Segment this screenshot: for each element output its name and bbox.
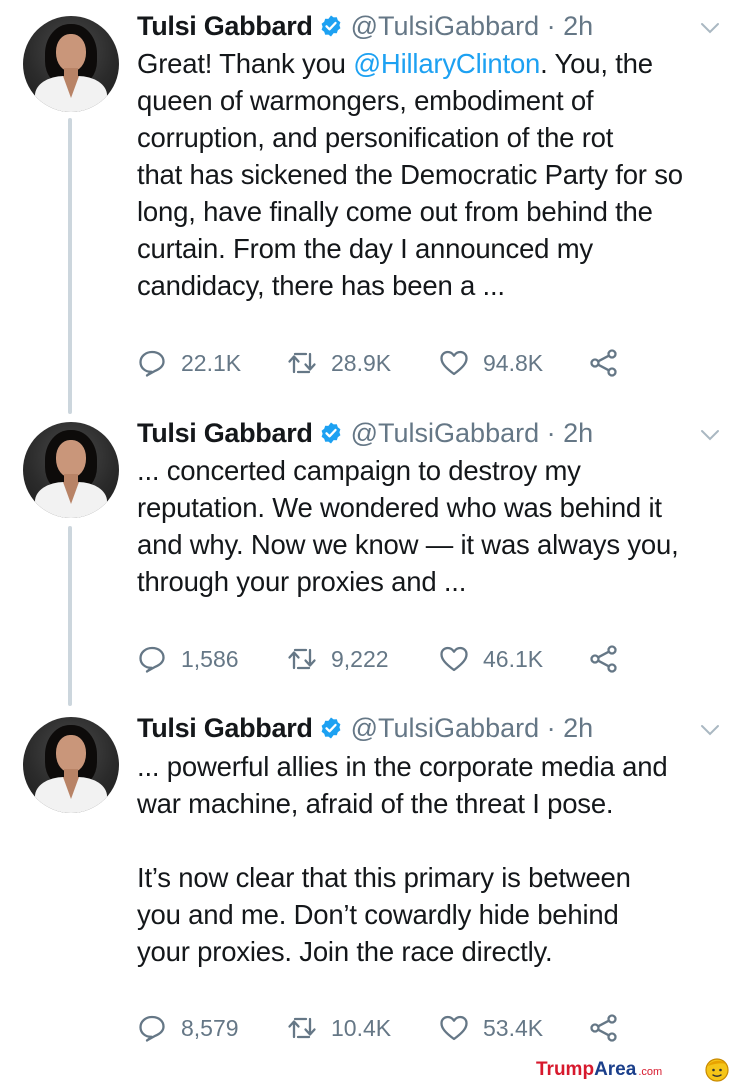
share-icon (590, 645, 617, 673)
chevron-down-icon[interactable] (700, 429, 720, 441)
reply-count: 1,586 (181, 645, 239, 672)
avatar[interactable] (23, 717, 119, 813)
like-count: 94.8K (483, 349, 544, 376)
tweet-text-line: through your proxies and ... (137, 566, 467, 597)
share-button[interactable] (589, 1010, 619, 1046)
author-name[interactable]: Tulsi Gabbard (137, 713, 313, 743)
tweet-text-line: reputation. We wondered who was behind i… (137, 492, 662, 523)
like-count: 46.1K (483, 645, 544, 672)
tweet-actions: 8,579 10.4K 53.4K (137, 1010, 637, 1046)
retweet-count: 28.9K (331, 349, 392, 376)
retweet-count: 9,222 (331, 645, 389, 672)
avatar[interactable] (23, 422, 119, 518)
tweet-text-line: war machine, afraid of the threat I pose… (137, 788, 614, 819)
separator-dot: · (546, 11, 556, 41)
tweet-text-line: and why. Now we know — it was always you… (137, 529, 679, 560)
reply-button[interactable]: 22.1K (137, 345, 241, 381)
tweet-text: ... powerful allies in the corporate med… (137, 748, 727, 970)
avatar[interactable] (23, 16, 119, 112)
tweet-text-line: your proxies. Join the race directly. (137, 936, 553, 967)
retweet-icon (288, 648, 316, 670)
tweet-header: Tulsi Gabbard @TulsiGabbard · 2h (137, 710, 593, 746)
retweet-count: 10.4K (331, 1014, 392, 1041)
mention-link[interactable]: @HillaryClinton (353, 48, 540, 79)
heart-icon (440, 1015, 468, 1041)
retweet-button[interactable]: 10.4K (287, 1010, 391, 1046)
watermark-com: .com (638, 1066, 663, 1078)
chevron-down-icon[interactable] (700, 22, 720, 34)
tweet-header: Tulsi Gabbard @TulsiGabbard · 2h (137, 415, 593, 451)
reply-icon (139, 350, 165, 377)
timestamp[interactable]: 2h (563, 418, 593, 448)
author-handle[interactable]: @TulsiGabbard (351, 713, 540, 743)
tweet-text-line: ... concerted campaign to destroy my (137, 455, 581, 486)
share-icon (590, 1014, 617, 1042)
reply-count: 8,579 (181, 1014, 239, 1041)
tweet-text-line: It’s now clear that this primary is betw… (137, 862, 631, 893)
tweet-text-line: ... powerful allies in the corporate med… (137, 751, 668, 782)
thread-line (68, 526, 72, 706)
retweet-icon (288, 1017, 316, 1039)
like-button[interactable]: 46.1K (439, 641, 543, 677)
author-handle[interactable]: @TulsiGabbard (351, 11, 540, 41)
watermark-text: TrumpArea .com (536, 1057, 662, 1083)
tweet-text-line: Great! Thank you @HillaryClinton. You, t… (137, 48, 653, 79)
retweet-button[interactable]: 9,222 (287, 641, 389, 677)
watermark-trump: Trump (536, 1059, 595, 1080)
reply-button[interactable]: 8,579 (137, 1010, 239, 1046)
heart-icon (440, 350, 468, 376)
separator-dot: · (546, 713, 556, 743)
tweet-actions: 1,586 9,222 46.1K (137, 641, 637, 677)
timestamp[interactable]: 2h (563, 713, 593, 743)
tweet-text-line: corruption, and personification of the r… (137, 122, 614, 153)
share-button[interactable] (589, 641, 619, 677)
reply-count: 22.1K (181, 349, 242, 376)
author-name[interactable]: Tulsi Gabbard (137, 418, 313, 448)
tweet-text-line: curtain. From the day I announced my (137, 233, 593, 264)
watermark-area: Area (594, 1059, 637, 1080)
tweet-text-line: candidacy, there has been a ... (137, 270, 505, 301)
heart-icon (440, 646, 468, 672)
author-name[interactable]: Tulsi Gabbard (137, 11, 313, 41)
tweet-text-line: long, have finally come out from behind … (137, 196, 653, 227)
thread-line (68, 118, 72, 414)
retweet-button[interactable]: 28.9K (287, 345, 391, 381)
reply-icon (139, 646, 165, 673)
share-icon (590, 349, 617, 377)
reply-icon (139, 1015, 165, 1042)
reply-button[interactable]: 1,586 (137, 641, 239, 677)
author-handle[interactable]: @TulsiGabbard (351, 418, 540, 448)
verified-badge-icon (321, 717, 341, 739)
tweet-text-line: you and me. Don’t cowardly hide behind (137, 899, 619, 930)
tweet-text: ... concerted campaign to destroy my rep… (137, 452, 727, 600)
retweet-icon (288, 352, 316, 374)
watermark-logo-icon (705, 1058, 729, 1082)
tweet-text-line: that has sickened the Democratic Party f… (137, 159, 683, 190)
tweet-actions: 22.1K 28.9K 94.8K (137, 345, 637, 381)
verified-badge-icon (321, 422, 341, 444)
like-button[interactable]: 94.8K (439, 345, 543, 381)
separator-dot: · (546, 418, 556, 448)
chevron-down-icon[interactable] (700, 724, 720, 736)
tweet-text: Great! Thank you @HillaryClinton. You, t… (137, 45, 727, 304)
verified-badge-icon (321, 15, 341, 37)
timestamp[interactable]: 2h (563, 11, 593, 41)
like-count: 53.4K (483, 1014, 544, 1041)
tweet-header: Tulsi Gabbard @TulsiGabbard · 2h (137, 8, 593, 44)
share-button[interactable] (589, 345, 619, 381)
tweet-text-line: queen of warmongers, embodiment of (137, 85, 594, 116)
like-button[interactable]: 53.4K (439, 1010, 543, 1046)
